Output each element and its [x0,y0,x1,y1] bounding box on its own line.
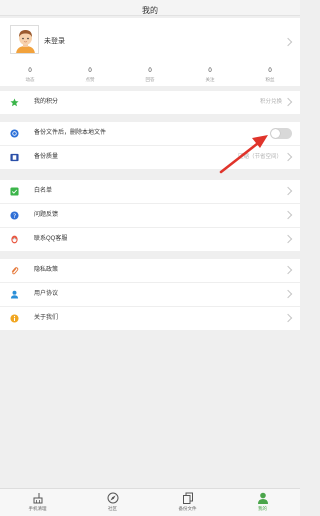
person-icon [257,492,268,504]
bottom-tab-bar: 手机清理 社区 备份文件 我的 [0,488,300,516]
menu-item-about[interactable]: 关于我们 [0,307,300,330]
points-row[interactable]: 我的积分 积分兑换 [0,91,300,114]
chevron-right-icon [283,234,293,244]
backup-quality-row[interactable]: 备份质量 压缩（节省空间） [0,146,300,169]
menu-item-privacy[interactable]: 隐私政策 [0,259,300,282]
stat-label: 回答 [145,77,155,82]
question-icon: ? [10,211,19,220]
menu-item-qq-support[interactable]: 联系QQ客服 [0,228,300,251]
tab-community[interactable]: 社区 [75,489,150,516]
stat-label: 关注 [205,77,215,82]
stat-posts[interactable]: 0 动态 [5,68,55,86]
chevron-right-icon [283,289,293,299]
files-icon [182,492,193,504]
menu-item-user-agreement[interactable]: 用户协议 [0,283,300,306]
tab-mine[interactable]: 我的 [225,489,300,516]
whitelist-icon [10,187,19,196]
menu-item-label: 白名单 [34,188,53,194]
compass-icon [107,492,118,504]
tab-label: 社区 [108,506,117,511]
backup-quality-label: 备份质量 [34,154,59,160]
chevron-right-icon [283,186,293,196]
qq-icon [11,235,18,244]
menu-item-label: 联系QQ客服 [34,236,68,242]
stat-likes[interactable]: 0 点赞 [65,68,115,86]
stat-followers[interactable]: 0 粉丝 [245,68,295,86]
stat-label: 动态 [25,77,35,82]
chevron-right-icon [283,210,293,220]
chevron-right-icon [283,265,293,275]
points-label: 我的积分 [34,99,59,105]
toggle-knob [271,129,280,138]
stat-answers[interactable]: 0 回答 [125,68,175,86]
profile-card[interactable]: 未登录 0 动态 0 点赞 0 回答 0 关注 0 粉丝 [0,18,300,86]
points-exchange-link[interactable]: 积分兑换 [260,98,282,107]
film-icon [10,153,19,162]
page-title: 我的 [142,6,158,15]
backup-delete-row: 备份文件后，删除本地文件 [0,122,300,145]
user-icon [10,290,19,299]
stats-row: 0 动态 0 点赞 0 回答 0 关注 0 粉丝 [0,68,300,86]
stat-value: 0 [88,68,92,74]
chevron-right-icon [283,37,293,47]
login-status-text[interactable]: 未登录 [44,36,65,46]
top-bar: 我的 [0,0,300,16]
tab-phone-clean[interactable]: 手机清理 [0,489,75,516]
tab-label: 我的 [258,506,267,511]
tab-label: 手机清理 [28,506,47,511]
menu-item-label: 关于我们 [34,315,59,321]
chevron-right-icon [283,313,293,323]
star-icon [10,98,19,107]
stat-value: 0 [148,68,152,74]
broom-icon [33,493,42,504]
delete-after-backup-toggle[interactable] [270,128,292,139]
tab-backup-files[interactable]: 备份文件 [150,489,225,516]
stat-label: 粉丝 [265,77,275,82]
tab-label: 备份文件 [178,506,197,511]
stat-following[interactable]: 0 关注 [185,68,235,86]
chevron-right-icon [283,97,293,107]
menu-item-whitelist[interactable]: 白名单 [0,180,300,203]
backup-quality-value: 压缩（节省空间） [237,154,282,160]
avatar[interactable] [10,25,39,54]
menu-item-feedback[interactable]: ? 问题反馈 [0,204,300,227]
menu-item-label: 问题反馈 [34,212,59,218]
cloud-backup-icon [10,129,19,138]
stat-value: 0 [268,68,272,74]
menu-item-label: 用户协议 [34,291,59,297]
menu-item-label: 隐私政策 [34,267,59,273]
avatar-image [11,26,38,53]
info-icon [10,314,19,323]
stat-value: 0 [208,68,212,74]
paperclip-icon [11,267,19,275]
stat-label: 点赞 [85,77,95,82]
svg-text:?: ? [13,213,16,220]
stat-value: 0 [28,68,32,74]
chevron-right-icon [283,152,293,162]
backup-delete-label: 备份文件后，删除本地文件 [34,130,107,136]
